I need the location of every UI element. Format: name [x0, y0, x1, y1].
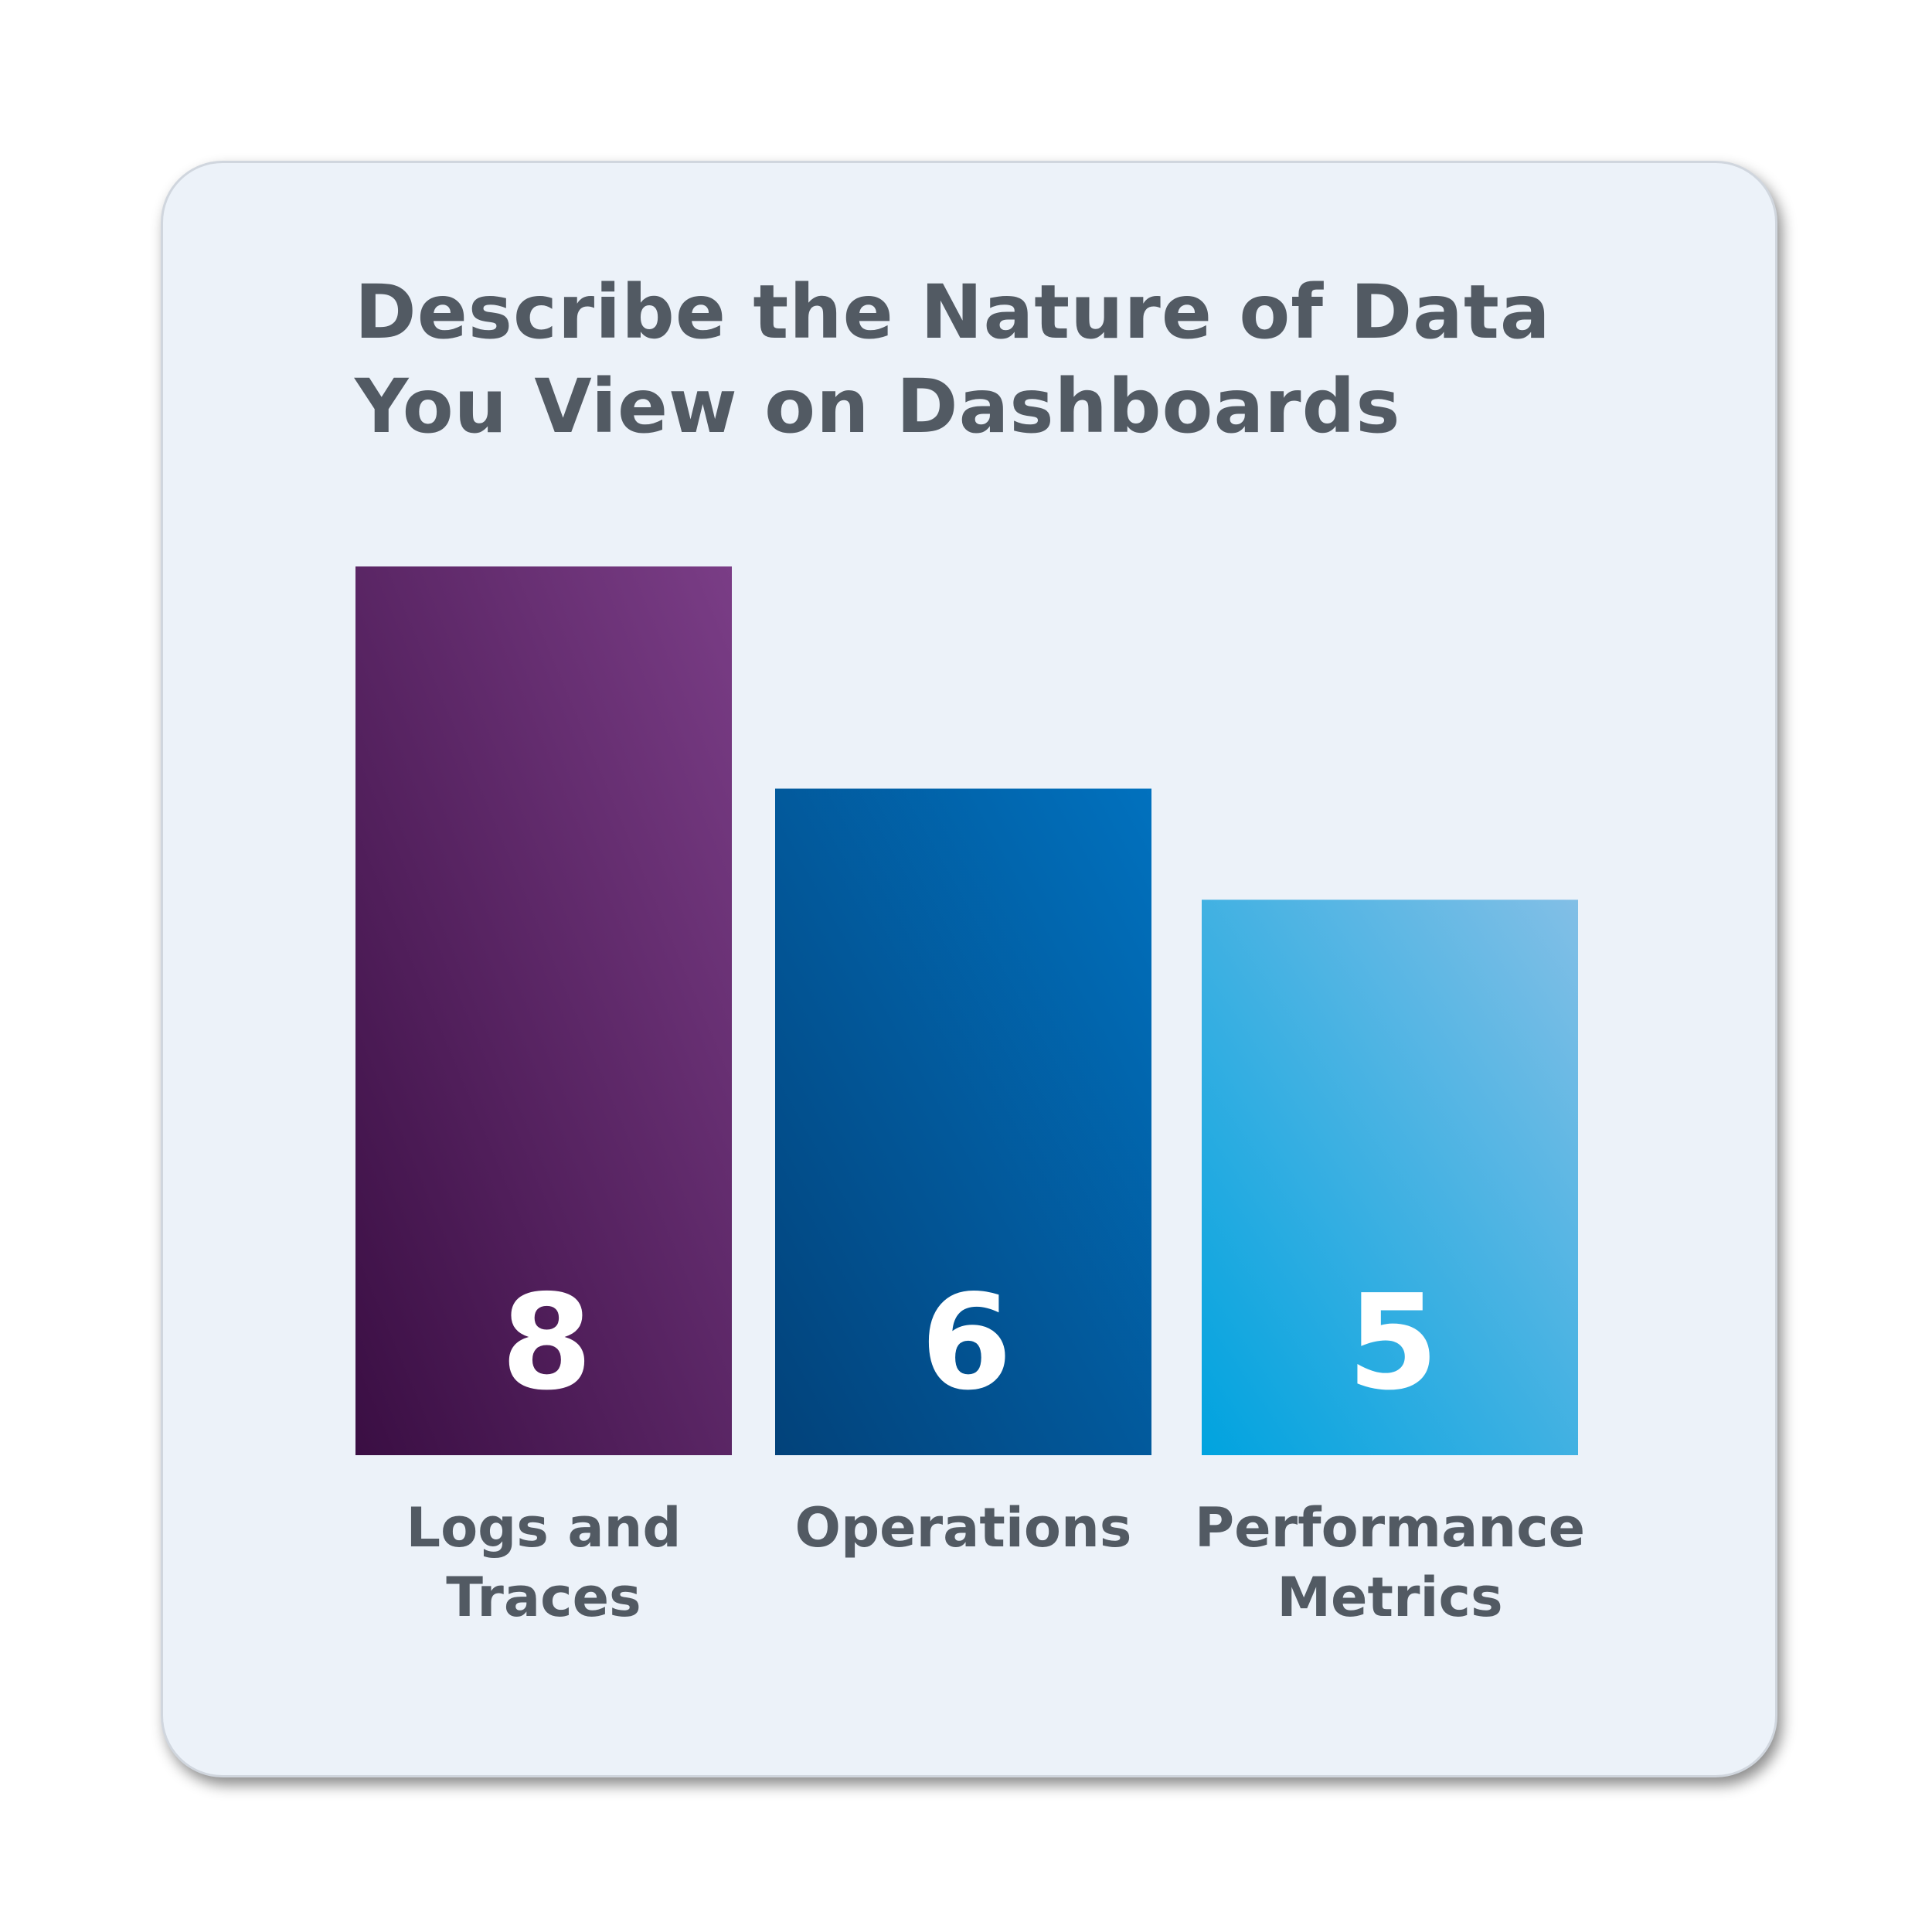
category-label-3-line-1: Performance — [1195, 1496, 1585, 1560]
category-label-1-line-2: Traces — [446, 1566, 641, 1629]
bar-value-label-1: 8 — [501, 1267, 592, 1420]
category-label-3-line-2: Metrics — [1277, 1566, 1502, 1629]
category-label-1: Logs and Traces — [406, 1496, 681, 1629]
category-label-2-line-1: Operations — [795, 1496, 1132, 1560]
bar-chart: 8 6 5 Logs and Traces Operations Performance M… — [355, 566, 1585, 1629]
chart-card: Describe the Nature of Data You View on … — [161, 161, 1777, 1777]
category-label-2: Operations — [795, 1496, 1132, 1560]
category-labels-layer: Logs and Traces Operations Performance Metri… — [406, 1496, 1585, 1629]
category-label-1-line-1: Logs and — [406, 1496, 681, 1560]
bar-value-label-2: 6 — [920, 1267, 1012, 1420]
bar-value-label-3: 5 — [1347, 1267, 1438, 1420]
category-label-3: Performance Metrics — [1195, 1496, 1585, 1629]
